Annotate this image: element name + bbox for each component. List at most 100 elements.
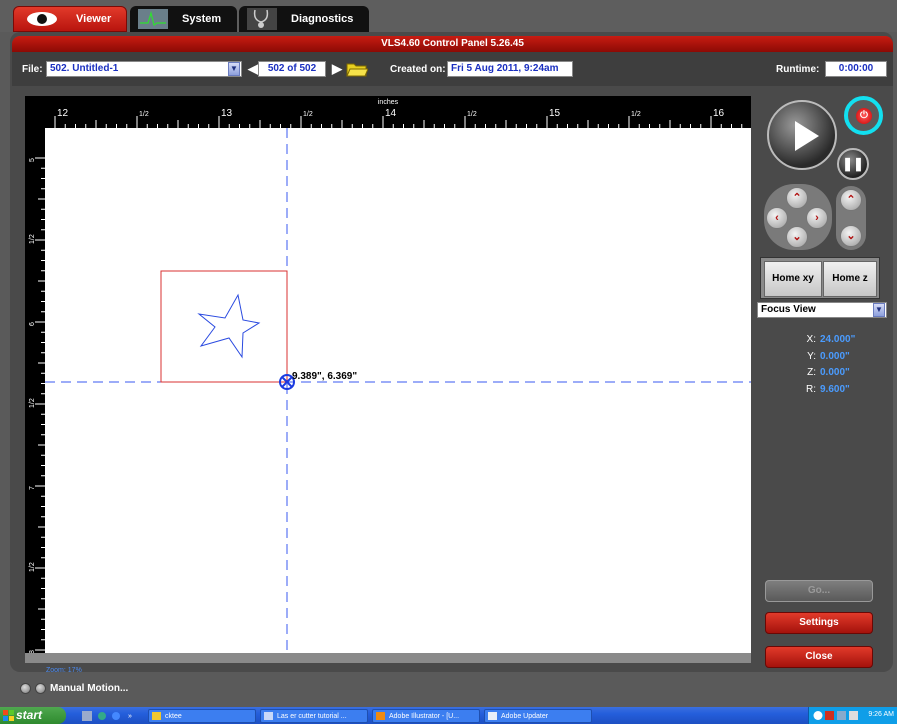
start-button[interactable]: start: [0, 707, 66, 724]
jog-z-down-button[interactable]: ⌄: [840, 225, 862, 247]
settings-button[interactable]: Settings: [765, 612, 873, 634]
ruler-label: 1/2: [29, 234, 36, 244]
x-label: X:: [806, 334, 816, 345]
r-label: R:: [806, 384, 816, 395]
vertical-ruler: 5 1/2 6 1/2 7 1/2 8: [25, 128, 45, 653]
system-tray: 9:26 AM: [808, 707, 897, 724]
horizontal-scrollbar[interactable]: [25, 653, 751, 663]
ruler-label: 6: [29, 322, 36, 326]
pause-button[interactable]: ❚❚: [837, 148, 869, 180]
y-value: 0.000": [820, 351, 850, 362]
home-z-button[interactable]: Home z: [823, 261, 877, 297]
r-value: 9.600": [820, 384, 850, 395]
focus-view-select[interactable]: Focus View ▼: [757, 302, 887, 318]
z-value: 0.000": [820, 367, 850, 378]
power-button[interactable]: ⏻: [844, 96, 883, 135]
ruler-label: 15: [549, 108, 561, 119]
chevron-right-icon: ›: [815, 212, 819, 224]
star-shape: [197, 293, 261, 359]
power-icon: ⏻: [856, 108, 872, 124]
taskbar-item-label: cktee: [165, 713, 182, 720]
taskbar-item-adobe-updater[interactable]: Adobe Updater: [484, 709, 592, 723]
close-button[interactable]: Close: [765, 646, 873, 668]
jog-down-button[interactable]: ⌄: [786, 226, 808, 248]
ruler-label: 1/2: [29, 562, 36, 572]
manual-motion-label: Manual Motion...: [50, 683, 129, 694]
tab-system-label: System: [182, 13, 222, 25]
chevron-up-icon: ⌃: [846, 194, 856, 206]
zoom-level: Zoom: 17%: [46, 667, 82, 674]
jog-right-button[interactable]: ›: [806, 207, 828, 229]
runtime-value: 0:00:00: [825, 61, 887, 77]
cursor-coordinate-label: 9.389", 6.369": [292, 371, 357, 382]
tray-icons[interactable]: [813, 710, 859, 721]
file-select[interactable]: 502. Untitled-1 ▼: [46, 61, 242, 77]
ruler-label: 5: [29, 158, 36, 162]
play-button[interactable]: [767, 100, 837, 170]
go-button[interactable]: Go...: [765, 580, 873, 602]
ruler-label: 1/2: [139, 111, 149, 118]
chevron-up-icon: ⌃: [792, 192, 802, 204]
job-boundary-rectangle: [160, 270, 288, 383]
mail-icon: [488, 712, 497, 720]
ruler-label: 1/2: [303, 111, 313, 118]
runtime-label: Runtime:: [776, 64, 820, 75]
x-value: 24.000": [820, 334, 856, 345]
tab-system[interactable]: System: [130, 6, 237, 32]
focus-view-value: Focus View: [761, 304, 816, 315]
chevron-left-icon: ‹: [775, 212, 779, 224]
ruler-label: 12: [57, 108, 69, 119]
taskbar-item-illustrator[interactable]: Adobe Illustrator - [U...: [372, 709, 480, 723]
chevron-down-icon: ⌄: [846, 230, 856, 242]
illustrator-icon: [376, 712, 385, 720]
window-title: VLS4.60 Control Panel 5.26.45: [12, 36, 893, 52]
jog-z-up-button[interactable]: ⌃: [840, 189, 862, 211]
chevron-down-icon: ⌄: [792, 231, 802, 243]
indicator-light-icon: [20, 683, 31, 694]
z-label: Z:: [807, 367, 816, 378]
file-bar: File: 502. Untitled-1 ▼ ◀ 502 of 502 ▶ C…: [12, 52, 893, 86]
tab-diagnostics[interactable]: Diagnostics: [239, 6, 369, 32]
chevron-down-icon[interactable]: ▼: [873, 303, 885, 317]
taskbar-item-label: Adobe Updater: [501, 713, 549, 720]
horizontal-ruler: 12 1/2 13 1/2 14 1/2 15 1/2 16 inches: [25, 96, 751, 128]
taskbar-item-word[interactable]: Las er cutter tutorial ...: [260, 709, 368, 723]
home-button-group: Home xy Home z: [760, 257, 880, 299]
file-select-value: 502. Untitled-1: [50, 63, 119, 74]
file-label: File:: [22, 64, 43, 75]
play-icon: [795, 121, 819, 151]
file-counter: 502 of 502: [258, 61, 326, 77]
ruler-label: 1/2: [631, 111, 641, 118]
folder-icon: [152, 712, 161, 720]
indicator-light-icon: [35, 683, 46, 694]
stethoscope-icon: [247, 8, 277, 30]
start-label: start: [16, 708, 43, 722]
windows-taskbar: start » cktee Las er cutter tutorial ...…: [0, 707, 897, 724]
svg-text:»: »: [128, 713, 132, 720]
ruler-label: 1/2: [467, 111, 477, 118]
tab-diagnostics-label: Diagnostics: [291, 13, 354, 25]
manual-motion-toggle[interactable]: Manual Motion...: [20, 683, 128, 694]
jog-left-button[interactable]: ‹: [766, 207, 788, 229]
next-file-arrow-icon[interactable]: ▶: [332, 62, 342, 76]
created-label: Created on:: [390, 64, 446, 75]
taskbar-clock: 9:26 AM: [868, 711, 894, 718]
design-canvas[interactable]: 9.389", 6.369": [45, 128, 751, 653]
ruler-unit: inches: [378, 99, 399, 106]
y-label: Y:: [807, 351, 816, 362]
taskbar-item-cktee[interactable]: cktee: [148, 709, 256, 723]
ruler-label: 13: [221, 108, 233, 119]
chevron-down-icon[interactable]: ▼: [228, 62, 240, 76]
ruler-label: 16: [713, 108, 725, 119]
tab-viewer[interactable]: Viewer: [13, 6, 127, 32]
system-graph-icon: [138, 9, 168, 29]
taskbar-item-label: Las er cutter tutorial ...: [277, 713, 347, 720]
previous-file-arrow-icon[interactable]: ◀: [248, 62, 258, 76]
tab-bar: Viewer System Diagnostics: [0, 0, 897, 32]
open-folder-icon[interactable]: [346, 60, 368, 78]
eye-icon: [27, 12, 57, 26]
quick-launch-icons[interactable]: »: [82, 710, 142, 722]
home-xy-button[interactable]: Home xy: [764, 261, 822, 297]
created-value: Fri 5 Aug 2011, 9:24am: [447, 61, 573, 77]
jog-up-button[interactable]: ⌃: [786, 187, 808, 209]
